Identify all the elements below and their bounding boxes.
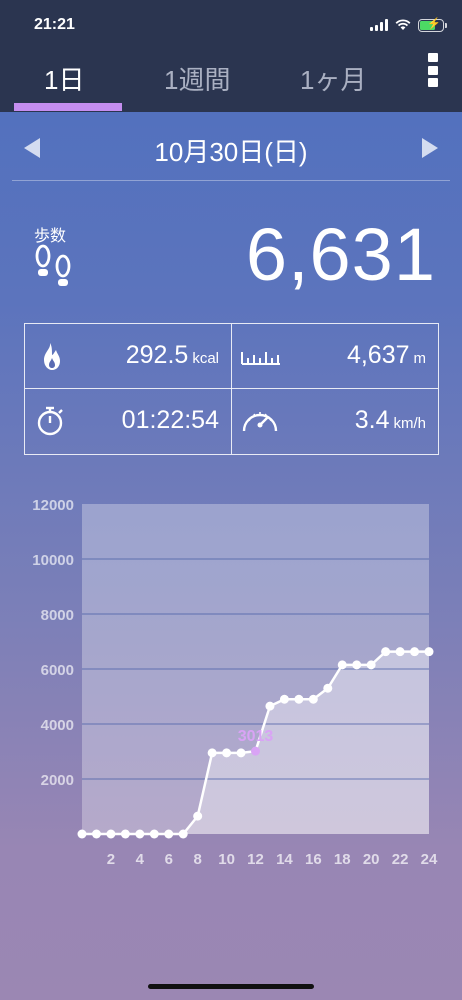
ruler-icon bbox=[241, 352, 280, 365]
chart-data-point bbox=[193, 811, 203, 821]
chart-data-point bbox=[381, 647, 391, 657]
cellular-signal-icon bbox=[370, 19, 388, 31]
duration-value: 01:22:54 bbox=[121, 406, 219, 434]
steps-chart: 200040006000800010000120002 4 6 8 10 12 14 16 18… bbox=[32, 497, 438, 868]
chart-data-point bbox=[251, 746, 260, 756]
chart-x-tick-label: 18 bbox=[334, 851, 351, 868]
status-icons: ⚡ bbox=[370, 17, 447, 33]
steps-label: 歩数 bbox=[34, 228, 67, 245]
active-tab-indicator bbox=[14, 103, 122, 111]
duration-cell: 01:22:54 bbox=[25, 389, 231, 453]
more-menu-icon[interactable] bbox=[426, 53, 440, 87]
chart-x-tick-label: 8 bbox=[193, 851, 201, 868]
chart-y-tick-label: 6000 bbox=[41, 662, 74, 679]
chart-x-tick-label: 20 bbox=[363, 851, 380, 868]
chart-data-point bbox=[222, 748, 232, 758]
chart-y-tick-label: 2000 bbox=[41, 772, 74, 789]
chart-x-tick-label: 24 bbox=[421, 851, 438, 868]
chart-data-point bbox=[207, 748, 217, 758]
chart-data-point bbox=[323, 683, 333, 693]
chart-x-tick-label: 14 bbox=[276, 851, 293, 868]
steps-count: 6,631 bbox=[245, 213, 436, 296]
current-date: 10月30日(日) bbox=[154, 137, 308, 167]
tab-day[interactable]: 1日 bbox=[44, 60, 84, 97]
chart-data-point bbox=[120, 829, 130, 839]
chart-data-point bbox=[265, 701, 275, 711]
chart-data-point bbox=[279, 694, 289, 704]
chart-highlight-label: 3013 bbox=[238, 728, 274, 745]
chart-data-point bbox=[308, 694, 318, 704]
tab-month[interactable]: 1ヶ月 bbox=[300, 60, 366, 97]
stopwatch-icon bbox=[37, 406, 63, 436]
flame-icon bbox=[44, 343, 60, 370]
calories-value: 292.5 bbox=[125, 341, 189, 369]
speedometer-icon bbox=[242, 412, 278, 432]
chart-data-point bbox=[410, 647, 420, 657]
divider bbox=[12, 180, 450, 181]
date-navigator: 10月30日(日) bbox=[0, 128, 462, 172]
chart-data-point bbox=[337, 660, 347, 670]
chart-x-tick-label: 22 bbox=[392, 851, 409, 868]
speed-value: 3.4 bbox=[354, 406, 390, 434]
chart-data-point bbox=[236, 748, 246, 758]
chart-y-tick-label: 12000 bbox=[32, 497, 74, 514]
calories-unit: kcal bbox=[192, 350, 219, 367]
speed-cell: 3.4 km/h bbox=[232, 389, 438, 453]
distance-value: 4,637 bbox=[346, 341, 410, 369]
chart-data-point bbox=[135, 829, 145, 839]
chart-data-point bbox=[91, 829, 101, 839]
chart-x-tick-label: 2 bbox=[107, 851, 115, 868]
chart-x-tick-label: 4 bbox=[136, 851, 145, 868]
chart-x-tick-label: 10 bbox=[218, 851, 235, 868]
home-indicator bbox=[148, 984, 314, 989]
calories-cell: 292.5 kcal bbox=[25, 324, 231, 388]
tab-week[interactable]: 1週間 bbox=[164, 60, 230, 97]
chart-data-point bbox=[178, 829, 188, 839]
speed-unit: km/h bbox=[393, 415, 426, 432]
status-time: 21:21 bbox=[34, 16, 75, 33]
chart-data-point bbox=[366, 660, 376, 670]
chart-data-point bbox=[149, 829, 159, 839]
chart-y-tick-label: 8000 bbox=[41, 607, 74, 624]
chart-data-point bbox=[106, 829, 116, 839]
wifi-icon bbox=[395, 19, 411, 30]
stats-grid: 292.5 kcal 4,637 m 01:22:54 3.4 km/h bbox=[24, 323, 439, 455]
chart-data-point bbox=[424, 647, 434, 657]
chart-x-tick-label: 16 bbox=[305, 851, 322, 868]
distance-cell: 4,637 m bbox=[232, 324, 438, 388]
chart-y-tick-label: 4000 bbox=[41, 717, 74, 734]
next-day-button[interactable] bbox=[422, 138, 438, 158]
chart-data-point bbox=[164, 829, 174, 839]
chart-data-point bbox=[77, 829, 87, 839]
distance-unit: m bbox=[413, 350, 427, 367]
chart-y-tick-label: 10000 bbox=[32, 552, 74, 569]
chart-x-tick-label: 6 bbox=[165, 851, 173, 868]
footprints-icon bbox=[35, 244, 71, 286]
chart-data-point bbox=[294, 694, 304, 704]
battery-icon: ⚡ bbox=[418, 18, 447, 32]
chart-data-point bbox=[395, 647, 405, 657]
chart-data-point bbox=[352, 660, 362, 670]
chart-x-tick-label: 12 bbox=[247, 851, 264, 868]
